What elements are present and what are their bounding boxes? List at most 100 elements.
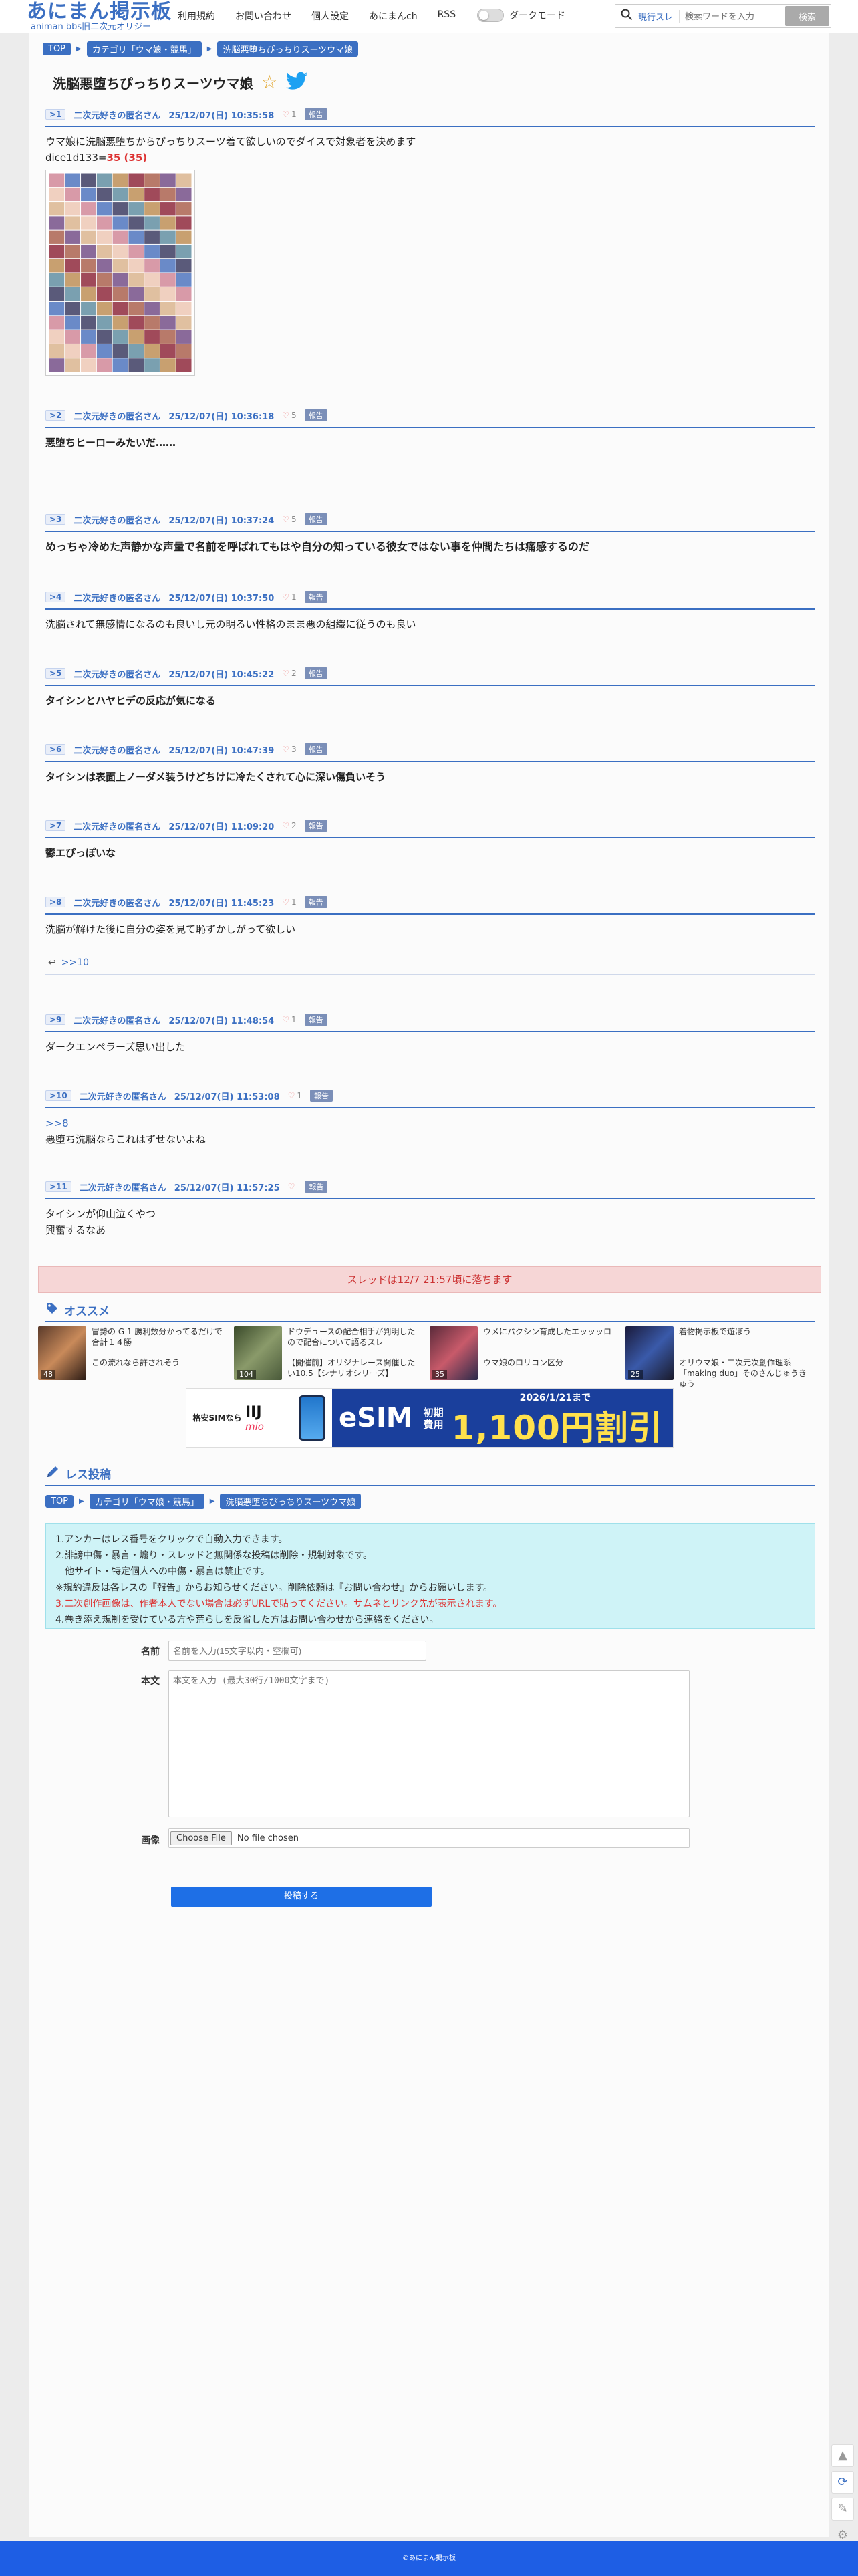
like-button[interactable]: ♡ 1 (288, 1091, 302, 1100)
grid-portrait (128, 259, 144, 273)
grid-portrait (65, 316, 81, 330)
post-number[interactable]: >8 (45, 897, 66, 907)
name-input[interactable] (168, 1641, 426, 1661)
grid-portrait (65, 259, 81, 273)
like-button[interactable]: ♡ 5 (282, 515, 296, 524)
edit-icon[interactable]: ✎ (831, 2498, 854, 2521)
post-number[interactable]: >7 (45, 820, 66, 831)
report-button[interactable]: 報告 (304, 743, 327, 755)
like-count: 2 (291, 821, 297, 830)
search-box: 現行スレ 検索 (615, 4, 831, 28)
report-button[interactable]: 報告 (304, 667, 327, 679)
twitter-share-icon[interactable] (285, 72, 307, 93)
search-button[interactable]: 検索 (785, 6, 829, 26)
breadcrumb-thread[interactable]: 洗脳悪堕ちぴっちりスーツウマ娘 (217, 41, 359, 57)
nav-contact[interactable]: お問い合わせ (235, 9, 291, 23)
nav-rss[interactable]: RSS (438, 9, 456, 23)
report-button[interactable]: 報告 (304, 513, 327, 525)
reply-anchor-link[interactable]: >>10 (61, 957, 89, 968)
like-button[interactable]: ♡ 1 (282, 110, 296, 119)
search-input[interactable] (680, 11, 780, 21)
post-7: >7 二次元好きの匿名さん 25/12/07(日) 11:09:20 ♡ 2 報告… (45, 820, 815, 861)
post-number[interactable]: >3 (45, 514, 66, 525)
recommend-item[interactable]: 35 ウメにパクシン育成したエッッッロ ウマ娘のロリコン区分 (430, 1326, 617, 1380)
grid-portrait (96, 330, 112, 344)
grid-portrait (96, 173, 112, 187)
breadcrumb-thread[interactable]: 洗脳悪堕ちぴっちりスーツウマ娘 (220, 1494, 362, 1509)
phone-icon (299, 1395, 325, 1441)
post-header: >3 二次元好きの匿名さん 25/12/07(日) 10:37:24 ♡ 5 報告 (45, 513, 815, 532)
like-button[interactable]: ♡ 2 (282, 669, 296, 678)
body-textarea[interactable] (168, 1670, 690, 1817)
post-date: 25/12/07(日) 10:35:58 (168, 110, 275, 121)
grid-portrait (160, 202, 176, 216)
heart-icon: ♡ (282, 669, 290, 678)
nav-terms[interactable]: 利用規約 (178, 9, 215, 23)
report-button[interactable]: 報告 (304, 409, 327, 421)
like-button[interactable]: ♡ 3 (282, 745, 296, 754)
breadcrumb-category[interactable]: カテゴリ「ウマ娘・競馬」 (89, 1494, 204, 1509)
nav-settings[interactable]: 個人設定 (311, 9, 349, 23)
grid-portrait (65, 230, 81, 244)
nav-animanch[interactable]: あにまんch (369, 9, 418, 23)
grid-portrait (112, 358, 128, 372)
post-image[interactable] (45, 170, 195, 376)
grid-portrait (96, 287, 112, 302)
recommend-item[interactable]: 25 着物掲示板で遊ぼう オリウマ娘・二次元次創作理系「making duo」そ… (625, 1326, 813, 1389)
grid-portrait (144, 244, 160, 259)
search-scope-select[interactable]: 現行スレ (638, 9, 680, 23)
grid-portrait (96, 230, 112, 244)
report-button[interactable]: 報告 (304, 591, 327, 603)
scroll-top-icon[interactable]: ▲ (831, 2444, 854, 2467)
post-number[interactable]: >5 (45, 668, 66, 679)
post-1: >1 二次元好きの匿名さん 25/12/07(日) 10:35:58 ♡ 1 報告… (45, 108, 815, 376)
poster-name: 二次元好きの匿名さん (74, 515, 161, 526)
grid-portrait (96, 302, 112, 316)
breadcrumb-top[interactable]: TOP (45, 1495, 74, 1508)
post-number[interactable]: >6 (45, 744, 66, 755)
reply-link-row: ↩ >>10 (45, 957, 815, 975)
post-number[interactable]: >11 (45, 1181, 72, 1192)
breadcrumb-top[interactable]: TOP (43, 43, 72, 55)
like-button[interactable]: ♡ (288, 1182, 297, 1191)
darkmode-toggle[interactable] (477, 9, 504, 22)
recommend-item[interactable]: 48 冒勢の G 1 勝利数分かってるだけで合計１４勝 この流れなら許されそう (38, 1326, 225, 1380)
site-logo[interactable]: あにまん掲示板 animan bbs旧二次元オリジー (27, 1, 172, 32)
post-number[interactable]: >10 (45, 1090, 72, 1101)
report-button[interactable]: 報告 (305, 1181, 328, 1193)
post-body: 洗脳されて無感情になるのも良いし元の明るい性格のまま悪の組織に従うのも良い (45, 616, 815, 632)
breadcrumb-category[interactable]: カテゴリ「ウマ娘・競馬」 (86, 41, 202, 57)
grid-portrait (65, 273, 81, 287)
like-button[interactable]: ♡ 5 (282, 411, 296, 420)
favorite-star-icon[interactable]: ☆ (261, 73, 278, 92)
poster-name: 二次元好きの匿名さん (74, 898, 161, 909)
like-button[interactable]: ♡ 2 (282, 821, 296, 830)
post-header: >11 二次元好きの匿名さん 25/12/07(日) 11:57:25 ♡ 報告 (45, 1181, 815, 1199)
report-button[interactable]: 報告 (304, 896, 327, 908)
submit-button[interactable]: 投稿する (171, 1887, 432, 1907)
like-button[interactable]: ♡ 1 (282, 897, 296, 907)
choose-file-button[interactable]: Choose File (170, 1831, 232, 1845)
image-file-input[interactable]: Choose File No file chosen (168, 1828, 690, 1848)
post-number[interactable]: >9 (45, 1014, 66, 1025)
post-body: めっちゃ冷めた声静かな声量で名前を呼ばれてもはや自分の知っている彼女ではない事を… (45, 539, 815, 555)
grid-portrait (160, 330, 176, 344)
post-number[interactable]: >2 (45, 410, 66, 421)
anchor-link[interactable]: >>8 (45, 1115, 815, 1131)
report-button[interactable]: 報告 (310, 1090, 333, 1102)
report-button[interactable]: 報告 (304, 108, 327, 120)
report-button[interactable]: 報告 (304, 820, 327, 832)
reload-icon[interactable]: ⟳ (831, 2471, 854, 2494)
like-button[interactable]: ♡ 1 (282, 592, 296, 602)
like-button[interactable]: ♡ 1 (282, 1015, 296, 1024)
grid-portrait (176, 187, 192, 202)
post-number[interactable]: >1 (45, 109, 66, 120)
recommend-item-desc: この流れなら許されそう (92, 1358, 180, 1367)
recommend-item[interactable]: 104 ドウデュースの配合相手が判明したので配合について語るスレ 【開催前】オリ… (234, 1326, 421, 1380)
post-number[interactable]: >4 (45, 592, 66, 602)
rule-line: 2.誹謗中傷・暴言・煽り・スレッドと無関係な投稿は削除・規制対象です。 (55, 1550, 372, 1561)
site-footer: ©あにまん掲示板 (0, 2541, 858, 2576)
report-button[interactable]: 報告 (304, 1014, 327, 1026)
post-date: 25/12/07(日) 11:09:20 (168, 822, 275, 832)
ad-banner[interactable]: 格安SIMなら IIJ mio eSIM 初期 費用 1,100円割引 2026… (186, 1388, 674, 1448)
